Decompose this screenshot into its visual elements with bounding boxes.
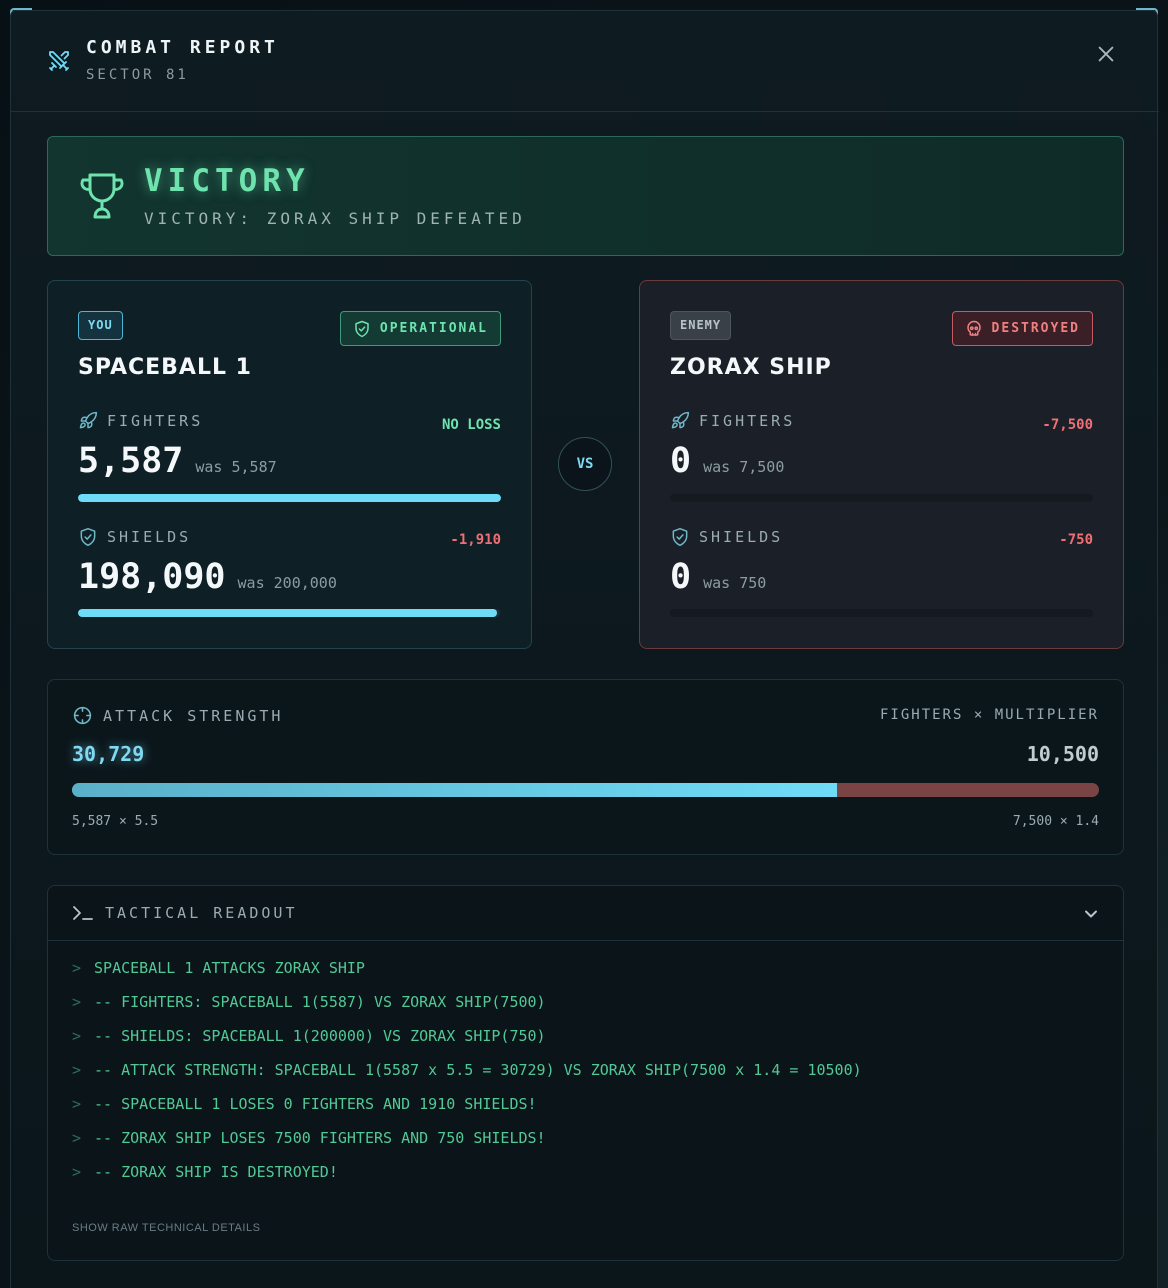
- page-title: COMBAT REPORT: [86, 37, 279, 58]
- shields-delta: -750: [1059, 532, 1093, 548]
- prompt-caret: >: [72, 1163, 82, 1181]
- shields-bar-fill: [78, 609, 497, 617]
- fighters-label: FIGHTERS: [78, 411, 203, 431]
- player-ship-card: YOU OPERATIONAL SPACEBALL 1 FIGHTERS NO …: [47, 280, 532, 649]
- readout-line-text: -- SHIELDS: SPACEBALL 1(200000) VS ZORAX…: [94, 1027, 546, 1045]
- shields-label: SHIELDS: [670, 527, 783, 547]
- status-badge: OPERATIONAL: [339, 311, 501, 346]
- chevron-down-icon: [1085, 910, 1097, 918]
- show-raw-details-link[interactable]: SHOW RAW TECHNICAL DETAILS: [72, 1222, 260, 1234]
- combat-report-panel: COMBAT REPORT SECTOR 81 VICTORY VICTORY:…: [10, 10, 1159, 1288]
- skull-icon: [966, 320, 981, 336]
- fighters-previous: was 7,500: [703, 458, 785, 476]
- fighters-bar: [78, 494, 501, 502]
- prompt-caret: >: [72, 993, 82, 1011]
- prompt-caret: >: [72, 1027, 82, 1045]
- readout-line-text: -- FIGHTERS: SPACEBALL 1(5587) VS ZORAX …: [94, 993, 546, 1011]
- enemy-badge: ENEMY: [670, 311, 732, 340]
- versus-badge: VS: [558, 437, 612, 491]
- shields-previous: was 200,000: [237, 574, 337, 592]
- terminal-icon: [73, 906, 93, 920]
- attack-formula-label: FIGHTERS × MULTIPLIER: [879, 707, 1099, 723]
- shield-check-icon: [355, 320, 369, 337]
- ship-name: SPACEBALL 1: [78, 355, 252, 380]
- crosshair-icon: [73, 706, 92, 725]
- readout-line: > -- ZORAX SHIP IS DESTROYED!: [72, 1163, 862, 1197]
- enemy-attack-calc: 7,500 × 1.4: [1012, 814, 1099, 829]
- enemy-ship-card: ENEMY DESTROYED ZORAX SHIP FIGHTERS -7,5…: [639, 280, 1124, 649]
- readout-line-text: SPACEBALL 1 ATTACKS ZORAX SHIP: [94, 959, 365, 977]
- shields-bar: [670, 609, 1093, 617]
- readout-line-text: -- ZORAX SHIP IS DESTROYED!: [94, 1163, 338, 1181]
- player-attack-share: [72, 783, 838, 797]
- prompt-caret: >: [72, 1095, 82, 1113]
- readout-log: > SPACEBALL 1 ATTACKS ZORAX SHIP > -- FIGHT…: [72, 959, 862, 1197]
- shield-check-icon: [80, 527, 96, 547]
- tactical-readout-toggle[interactable]: TACTICAL READOUT: [48, 886, 1123, 941]
- close-icon[interactable]: [1095, 43, 1117, 65]
- attack-comparison-bar: [72, 783, 1099, 797]
- readout-line: > -- FIGHTERS: SPACEBALL 1(5587) VS ZORAX…: [72, 993, 862, 1027]
- shields-delta: -1,910: [450, 532, 501, 548]
- readout-line: > -- SPACEBALL 1 LOSES 0 FIGHTERS AND 191…: [72, 1095, 862, 1129]
- shields-label: SHIELDS: [78, 527, 191, 547]
- fighters-value: 5,587 was 5,587: [78, 441, 277, 481]
- enemy-attack-value: 10,500: [1026, 742, 1099, 766]
- result-banner: VICTORY VICTORY: ZORAX SHIP DEFEATED: [47, 136, 1124, 256]
- readout-line: > -- SHIELDS: SPACEBALL 1(200000) VS ZORA…: [72, 1027, 862, 1061]
- trophy-icon: [80, 173, 124, 219]
- fighters-delta: -7,500: [1042, 417, 1093, 433]
- fighters-previous: was 5,587: [195, 458, 277, 476]
- prompt-caret: >: [72, 1061, 82, 1079]
- shield-check-icon: [672, 527, 688, 547]
- fighters-bar: [670, 494, 1093, 502]
- attack-strength-panel: ATTACK STRENGTH FIGHTERS × MULTIPLIER 30…: [47, 679, 1124, 855]
- readout-line: > -- ATTACK STRENGTH: SPACEBALL 1(5587 x …: [72, 1061, 862, 1095]
- fighters-label: FIGHTERS: [670, 411, 795, 431]
- tactical-readout: TACTICAL READOUT > SPACEBALL 1 ATTACKS ZO…: [47, 885, 1124, 1261]
- crossed-swords-icon: [49, 51, 69, 71]
- player-attack-calc: 5,587 × 5.5: [72, 814, 159, 829]
- readout-line-text: -- ZORAX SHIP LOSES 7500 FIGHTERS AND 75…: [94, 1129, 546, 1147]
- readout-line-text: -- SPACEBALL 1 LOSES 0 FIGHTERS AND 1910…: [94, 1095, 537, 1113]
- sector-label: SECTOR 81: [86, 67, 189, 83]
- panel-header: COMBAT REPORT SECTOR 81: [11, 11, 1159, 112]
- readout-line: > SPACEBALL 1 ATTACKS ZORAX SHIP: [72, 959, 862, 993]
- shields-value: 198,090 was 200,000: [78, 557, 337, 597]
- result-title: VICTORY: [144, 163, 310, 199]
- rocket-icon: [79, 411, 98, 429]
- fighters-value: 0 was 7,500: [670, 441, 785, 481]
- shields-bar: [78, 609, 501, 617]
- shields-previous: was 750: [703, 574, 767, 592]
- status-badge: DESTROYED: [951, 311, 1093, 346]
- shields-value: 0 was 750: [670, 557, 767, 597]
- readout-line-text: -- ATTACK STRENGTH: SPACEBALL 1(5587 x 5…: [94, 1061, 862, 1079]
- prompt-caret: >: [72, 1129, 82, 1147]
- rocket-icon: [671, 411, 690, 429]
- result-subtitle: VICTORY: ZORAX SHIP DEFEATED: [144, 209, 526, 228]
- player-attack-value: 30,729: [72, 742, 145, 766]
- prompt-caret: >: [72, 959, 82, 977]
- status-text: OPERATIONAL: [379, 321, 488, 336]
- fighters-delta: NO LOSS: [441, 417, 501, 433]
- tactical-readout-title: TACTICAL READOUT: [105, 904, 298, 922]
- you-badge: YOU: [78, 311, 123, 340]
- status-text: DESTROYED: [991, 321, 1080, 336]
- attack-strength-label: ATTACK STRENGTH: [72, 705, 283, 726]
- fighters-bar-fill: [78, 494, 501, 502]
- ship-name: ZORAX SHIP: [670, 355, 832, 380]
- readout-line: > -- ZORAX SHIP LOSES 7500 FIGHTERS AND 7…: [72, 1129, 862, 1163]
